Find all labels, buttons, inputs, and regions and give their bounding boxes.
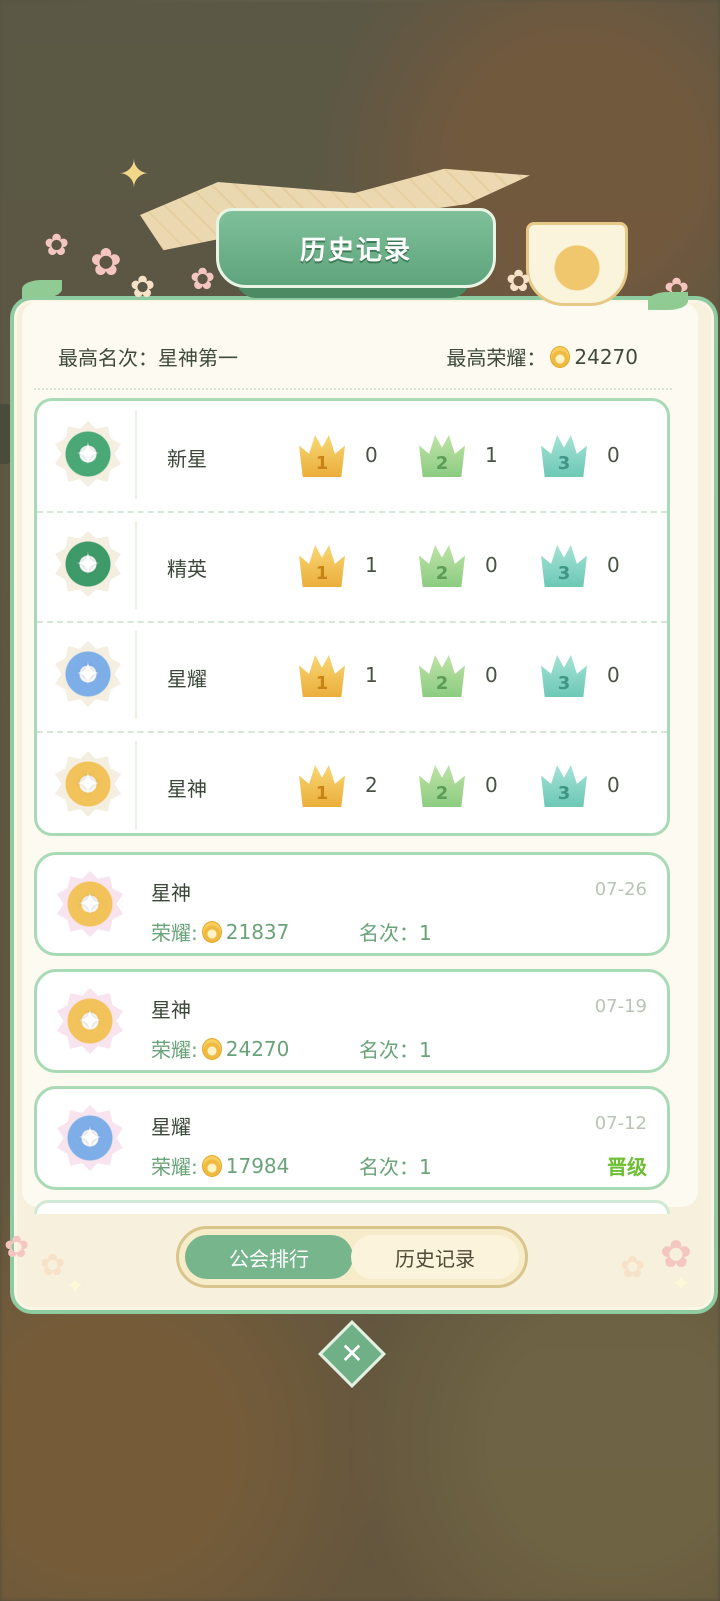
history-record-card[interactable]: ✦ 星神 07-19 荣耀: 24270 名次：1 (34, 969, 670, 1073)
leaf-decoration (648, 292, 688, 310)
record-date: 07-19 (594, 996, 647, 1017)
record-honor-value: 24270 (225, 1036, 290, 1061)
first-place-count: 0 (365, 443, 378, 467)
record-honor: 荣耀: 17984 (151, 1153, 290, 1180)
third-place-count: 0 (607, 663, 620, 687)
sparkle-icon: ✦ (118, 152, 150, 196)
tier-name: 新星 (167, 447, 207, 471)
tier-badge-icon: ✦ (55, 531, 121, 597)
history-record-card-partial (34, 1200, 670, 1214)
best-honor-label: 最高荣耀： (446, 346, 547, 370)
bronze-crown-icon: 3 (541, 655, 587, 697)
honor-coin-icon (201, 1154, 222, 1177)
tier-badge-icon: ✦ (57, 871, 123, 937)
gold-crown-icon: 1 (299, 655, 345, 697)
best-honor-value: 24270 (574, 344, 638, 369)
promotion-status: 晋级 (607, 1155, 647, 1179)
flower-icon: ✿ (506, 264, 532, 299)
honor-coin-icon (201, 1037, 222, 1060)
title-banner: 历史记录 (216, 208, 496, 288)
tab-switcher: 公会排行 历史记录 (176, 1226, 528, 1288)
tier-row: ✦ 星耀 1 1 2 0 3 0 (37, 621, 667, 731)
history-record-card[interactable]: ✦ 星神 07-26 荣耀: 21837 名次：1 (34, 852, 670, 956)
record-honor: 荣耀: 24270 (151, 1036, 290, 1063)
third-place-count: 0 (607, 553, 620, 577)
flower-icon: ✿ (620, 1250, 646, 1285)
tab-history[interactable]: 历史记录 (351, 1235, 519, 1279)
tab-guild-rank[interactable]: 公会排行 (185, 1235, 353, 1279)
second-place-count: 0 (485, 773, 498, 797)
first-place-count: 1 (365, 663, 378, 687)
tier-row: ✦ 新星 1 0 2 1 3 0 (37, 401, 667, 511)
flower-icon: ✿ (4, 1230, 30, 1265)
record-rank: 名次：1 (359, 1155, 432, 1179)
gold-crown-icon: 1 (299, 545, 345, 587)
record-tier-name: 星神 (151, 881, 191, 905)
record-rank: 名次：1 (359, 1038, 432, 1062)
tier-row: ✦ 精英 1 1 2 0 3 0 (37, 511, 667, 621)
flower-icon: ✿ (40, 1248, 66, 1283)
tier-badge-icon: ✦ (57, 1105, 123, 1171)
tier-badge-icon: ✦ (55, 421, 121, 487)
flower-icon: ✿ (90, 240, 122, 284)
second-place-count: 0 (485, 553, 498, 577)
close-icon: ✕ (340, 1337, 364, 1370)
flower-icon: ✿ (660, 1232, 692, 1276)
silver-crown-icon: 2 (419, 655, 465, 697)
record-honor-value: 21837 (225, 919, 290, 944)
leaf-decoration (22, 280, 62, 298)
second-place-count: 1 (485, 443, 498, 467)
divider (34, 388, 672, 390)
tier-badge-icon: ✦ (57, 988, 123, 1054)
record-tier-name: 星神 (151, 998, 191, 1022)
best-honor: 最高荣耀： 24270 (446, 342, 638, 371)
record-tier-name: 星耀 (151, 1115, 191, 1139)
tier-name: 星耀 (167, 667, 207, 691)
history-record-card[interactable]: ✦ 星耀 07-12 荣耀: 17984 名次：1 晋级 (34, 1086, 670, 1190)
flower-icon: ✿ (130, 270, 156, 305)
tier-badge-icon: ✦ (55, 641, 121, 707)
flower-icon: ✿ (190, 262, 216, 297)
tier-name: 星神 (167, 777, 207, 801)
sparkle-icon: ✦ (672, 1272, 691, 1297)
third-place-count: 0 (607, 443, 620, 467)
record-date: 07-26 (594, 879, 647, 900)
flower-icon: ✿ (44, 228, 70, 263)
honor-coin-icon (201, 920, 222, 943)
second-place-count: 0 (485, 663, 498, 687)
record-date: 07-12 (594, 1113, 647, 1134)
best-summary: 最高名次：星神第一 最高荣耀： 24270 (58, 338, 638, 374)
bronze-crown-icon: 3 (541, 765, 587, 807)
tier-name: 精英 (167, 557, 207, 581)
page-title: 历史记录 (299, 235, 412, 266)
silver-crown-icon: 2 (419, 765, 465, 807)
record-honor: 荣耀: 21837 (151, 919, 290, 946)
record-rank: 名次：1 (359, 921, 432, 945)
tier-row: ✦ 星神 1 2 2 0 3 0 (37, 731, 667, 833)
third-place-count: 0 (607, 773, 620, 797)
honor-coin-icon (550, 345, 571, 368)
sparkle-icon: ✦ (66, 1274, 85, 1299)
silver-crown-icon: 2 (419, 545, 465, 587)
bronze-crown-icon: 3 (541, 545, 587, 587)
gold-crown-icon: 1 (299, 765, 345, 807)
bronze-crown-icon: 3 (541, 435, 587, 477)
gold-crown-icon: 1 (299, 435, 345, 477)
first-place-count: 1 (365, 553, 378, 577)
silver-crown-icon: 2 (419, 435, 465, 477)
best-rank-text: 最高名次：星神第一 (58, 346, 238, 370)
record-honor-value: 17984 (225, 1153, 290, 1178)
tier-badge-icon: ✦ (55, 751, 121, 817)
trophy-cup-icon (526, 222, 628, 306)
tier-stats-table: ✦ 新星 1 0 2 1 3 0 ✦ 精英 1 1 2 0 3 0 ✦ 星耀 1… (34, 398, 670, 836)
first-place-count: 2 (365, 773, 378, 797)
